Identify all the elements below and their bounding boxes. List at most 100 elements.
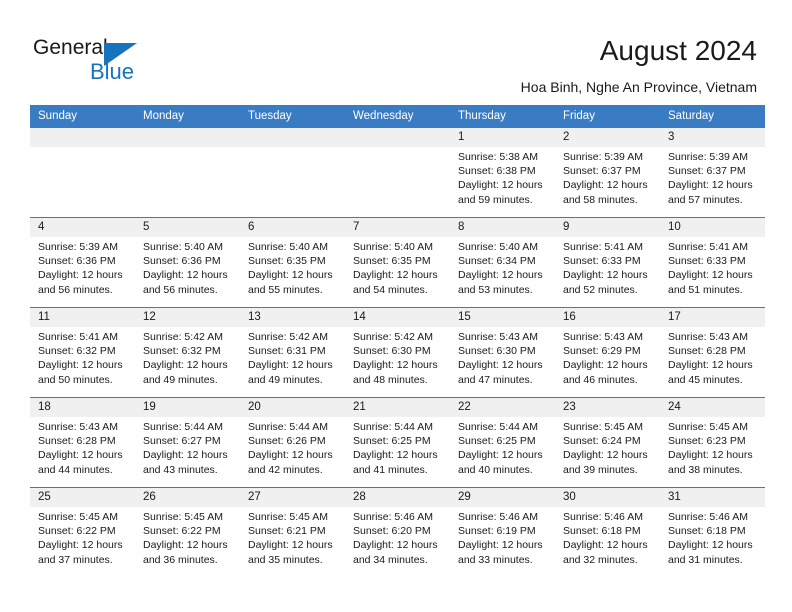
sunset-text: Sunset: 6:31 PM xyxy=(248,345,326,358)
calendar-day-cell[interactable]: 8 Sunrise: 5:40 AM Sunset: 6:34 PM Daylight… xyxy=(450,217,555,308)
day-number: 2 xyxy=(555,128,660,147)
daylight-text-line1: Daylight: 12 hours xyxy=(38,269,123,282)
day-details: Sunrise: 5:41 AM Sunset: 6:33 PM Daylight:… xyxy=(555,237,660,297)
calendar-day-cell[interactable]: 10 Sunrise: 5:41 AM Sunset: 6:33 PM Dayligh… xyxy=(660,217,765,308)
sunset-text: Sunset: 6:22 PM xyxy=(143,525,221,538)
calendar-day-cell-inner: 18 Sunrise: 5:43 AM Sunset: 6:28 PM Dayligh… xyxy=(30,398,135,487)
calendar-day-cell-empty xyxy=(30,127,135,218)
day-number: 22 xyxy=(450,398,555,417)
daylight-text-line1: Daylight: 12 hours xyxy=(458,539,543,552)
sunset-text: Sunset: 6:19 PM xyxy=(458,525,536,538)
daylight-text-line1: Daylight: 12 hours xyxy=(143,539,228,552)
daylight-text-line1: Daylight: 12 hours xyxy=(353,449,438,462)
calendar-day-cell[interactable]: 27 Sunrise: 5:45 AM Sunset: 6:21 PM Dayligh… xyxy=(240,487,345,578)
daylight-text-line1: Daylight: 12 hours xyxy=(248,359,333,372)
day-number xyxy=(345,128,450,147)
day-details: Sunrise: 5:41 AM Sunset: 6:32 PM Daylight:… xyxy=(30,327,135,387)
calendar-day-cell[interactable]: 14 Sunrise: 5:42 AM Sunset: 6:30 PM Dayligh… xyxy=(345,307,450,398)
brand-logo[interactable]: General Blue xyxy=(33,36,213,92)
daylight-text-line2: and 49 minutes. xyxy=(248,373,323,386)
daylight-text-line1: Daylight: 12 hours xyxy=(353,359,438,372)
calendar-day-cell[interactable]: 31 Sunrise: 5:46 AM Sunset: 6:18 PM Dayligh… xyxy=(660,487,765,578)
day-details: Sunrise: 5:43 AM Sunset: 6:28 PM Daylight:… xyxy=(660,327,765,387)
calendar-day-cell[interactable]: 17 Sunrise: 5:43 AM Sunset: 6:28 PM Dayligh… xyxy=(660,307,765,398)
calendar-day-cell[interactable]: 13 Sunrise: 5:42 AM Sunset: 6:31 PM Dayligh… xyxy=(240,307,345,398)
calendar-day-cell[interactable]: 15 Sunrise: 5:43 AM Sunset: 6:30 PM Dayligh… xyxy=(450,307,555,398)
daylight-text-line2: and 48 minutes. xyxy=(353,373,428,386)
calendar-day-cell[interactable]: 26 Sunrise: 5:45 AM Sunset: 6:22 PM Dayligh… xyxy=(135,487,240,578)
calendar-day-cell-inner: 22 Sunrise: 5:44 AM Sunset: 6:25 PM Dayligh… xyxy=(450,398,555,487)
daylight-text-line2: and 59 minutes. xyxy=(458,193,533,206)
calendar-day-cell[interactable]: 25 Sunrise: 5:45 AM Sunset: 6:22 PM Dayligh… xyxy=(30,487,135,578)
calendar-day-cell[interactable]: 21 Sunrise: 5:44 AM Sunset: 6:25 PM Dayligh… xyxy=(345,397,450,488)
weekday-header-saturday: Saturday xyxy=(660,105,765,128)
daylight-text-line1: Daylight: 12 hours xyxy=(563,269,648,282)
daylight-text-line1: Daylight: 12 hours xyxy=(38,359,123,372)
calendar-week-row: 1 Sunrise: 5:38 AM Sunset: 6:38 PM Daylight… xyxy=(30,127,765,218)
calendar-day-cell[interactable]: 19 Sunrise: 5:44 AM Sunset: 6:27 PM Dayligh… xyxy=(135,397,240,488)
daylight-text-line2: and 49 minutes. xyxy=(143,373,218,386)
calendar-day-cell-inner: 21 Sunrise: 5:44 AM Sunset: 6:25 PM Dayligh… xyxy=(345,398,450,487)
daylight-text-line2: and 56 minutes. xyxy=(38,283,113,296)
sunrise-text: Sunrise: 5:39 AM xyxy=(38,241,118,253)
day-details: Sunrise: 5:45 AM Sunset: 6:23 PM Daylight:… xyxy=(660,417,765,477)
calendar-day-cell-inner xyxy=(30,128,135,217)
sunset-text: Sunset: 6:37 PM xyxy=(668,165,746,178)
daylight-text-line1: Daylight: 12 hours xyxy=(353,269,438,282)
calendar-day-cell[interactable]: 5 Sunrise: 5:40 AM Sunset: 6:36 PM Daylight… xyxy=(135,217,240,308)
sunrise-text: Sunrise: 5:46 AM xyxy=(353,511,433,523)
day-details: Sunrise: 5:45 AM Sunset: 6:22 PM Daylight:… xyxy=(135,507,240,567)
weekday-header-thursday: Thursday xyxy=(450,105,555,128)
calendar-day-cell-inner: 15 Sunrise: 5:43 AM Sunset: 6:30 PM Dayligh… xyxy=(450,308,555,397)
day-details: Sunrise: 5:39 AM Sunset: 6:37 PM Daylight:… xyxy=(660,147,765,207)
calendar-day-cell[interactable]: 18 Sunrise: 5:43 AM Sunset: 6:28 PM Dayligh… xyxy=(30,397,135,488)
sunset-text: Sunset: 6:37 PM xyxy=(563,165,641,178)
daylight-text-line1: Daylight: 12 hours xyxy=(458,269,543,282)
day-number: 14 xyxy=(345,308,450,327)
calendar-day-cell[interactable]: 11 Sunrise: 5:41 AM Sunset: 6:32 PM Dayligh… xyxy=(30,307,135,398)
calendar-day-cell[interactable]: 9 Sunrise: 5:41 AM Sunset: 6:33 PM Daylight… xyxy=(555,217,660,308)
daylight-text-line2: and 33 minutes. xyxy=(458,553,533,566)
calendar-day-cell[interactable]: 2 Sunrise: 5:39 AM Sunset: 6:37 PM Daylight… xyxy=(555,127,660,218)
sunrise-text: Sunrise: 5:41 AM xyxy=(38,331,118,343)
calendar-day-cell[interactable]: 4 Sunrise: 5:39 AM Sunset: 6:36 PM Daylight… xyxy=(30,217,135,308)
calendar-day-cell[interactable]: 22 Sunrise: 5:44 AM Sunset: 6:25 PM Dayligh… xyxy=(450,397,555,488)
calendar-day-cell[interactable]: 23 Sunrise: 5:45 AM Sunset: 6:24 PM Dayligh… xyxy=(555,397,660,488)
daylight-text-line2: and 39 minutes. xyxy=(563,463,638,476)
day-details: Sunrise: 5:46 AM Sunset: 6:20 PM Daylight:… xyxy=(345,507,450,567)
sunset-text: Sunset: 6:25 PM xyxy=(458,435,536,448)
sunset-text: Sunset: 6:32 PM xyxy=(143,345,221,358)
sunrise-text: Sunrise: 5:40 AM xyxy=(248,241,328,253)
calendar-day-cell[interactable]: 24 Sunrise: 5:45 AM Sunset: 6:23 PM Dayligh… xyxy=(660,397,765,488)
calendar-day-cell-inner: 25 Sunrise: 5:45 AM Sunset: 6:22 PM Dayligh… xyxy=(30,488,135,578)
calendar-day-cell[interactable]: 30 Sunrise: 5:46 AM Sunset: 6:18 PM Dayligh… xyxy=(555,487,660,578)
day-number: 16 xyxy=(555,308,660,327)
page-header: General Blue August 2024 Hoa Binh, Nghe … xyxy=(0,0,792,104)
day-number: 3 xyxy=(660,128,765,147)
day-number: 21 xyxy=(345,398,450,417)
calendar-day-cell[interactable]: 12 Sunrise: 5:42 AM Sunset: 6:32 PM Dayligh… xyxy=(135,307,240,398)
daylight-text-line2: and 50 minutes. xyxy=(38,373,113,386)
sunset-text: Sunset: 6:36 PM xyxy=(38,255,116,268)
sunrise-text: Sunrise: 5:43 AM xyxy=(458,331,538,343)
calendar-day-cell[interactable]: 1 Sunrise: 5:38 AM Sunset: 6:38 PM Daylight… xyxy=(450,127,555,218)
day-number: 15 xyxy=(450,308,555,327)
calendar-day-cell-inner: 1 Sunrise: 5:38 AM Sunset: 6:38 PM Daylight… xyxy=(450,128,555,217)
calendar-day-cell[interactable]: 29 Sunrise: 5:46 AM Sunset: 6:19 PM Dayligh… xyxy=(450,487,555,578)
calendar-day-cell[interactable]: 3 Sunrise: 5:39 AM Sunset: 6:37 PM Daylight… xyxy=(660,127,765,218)
sunset-text: Sunset: 6:30 PM xyxy=(458,345,536,358)
calendar-day-cell[interactable]: 7 Sunrise: 5:40 AM Sunset: 6:35 PM Daylight… xyxy=(345,217,450,308)
day-details: Sunrise: 5:44 AM Sunset: 6:25 PM Daylight:… xyxy=(450,417,555,477)
calendar-day-cell[interactable]: 16 Sunrise: 5:43 AM Sunset: 6:29 PM Dayligh… xyxy=(555,307,660,398)
weekday-header-tuesday: Tuesday xyxy=(240,105,345,128)
calendar-day-cell[interactable]: 6 Sunrise: 5:40 AM Sunset: 6:35 PM Daylight… xyxy=(240,217,345,308)
day-number: 6 xyxy=(240,218,345,237)
sunrise-text: Sunrise: 5:45 AM xyxy=(248,511,328,523)
sunrise-text: Sunrise: 5:42 AM xyxy=(248,331,328,343)
day-number: 7 xyxy=(345,218,450,237)
calendar-day-cell[interactable]: 28 Sunrise: 5:46 AM Sunset: 6:20 PM Dayligh… xyxy=(345,487,450,578)
calendar-day-cell[interactable]: 20 Sunrise: 5:44 AM Sunset: 6:26 PM Dayligh… xyxy=(240,397,345,488)
day-details: Sunrise: 5:43 AM Sunset: 6:29 PM Daylight:… xyxy=(555,327,660,387)
calendar-day-cell-inner: 10 Sunrise: 5:41 AM Sunset: 6:33 PM Dayligh… xyxy=(660,218,765,307)
day-number xyxy=(135,128,240,147)
